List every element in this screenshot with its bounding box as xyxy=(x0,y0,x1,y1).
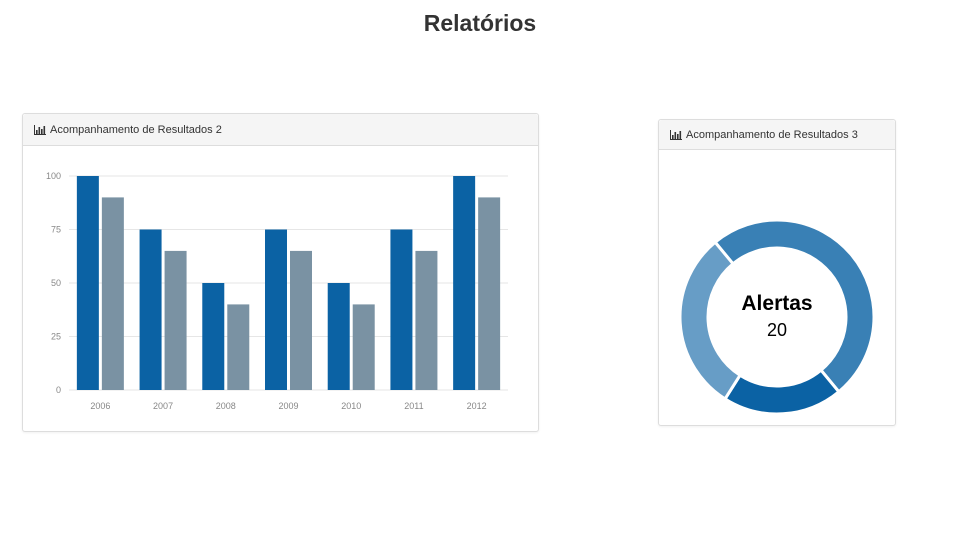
y-tick-label: 75 xyxy=(51,225,61,235)
bar-series-2 xyxy=(352,304,375,390)
bar-series-2 xyxy=(415,250,438,390)
x-tick-label: 2012 xyxy=(467,401,487,411)
donut-chart-panel-title: Acompanhamento de Resultados 3 xyxy=(686,128,858,141)
page-title: Relatórios xyxy=(423,10,537,36)
x-tick-label: 2006 xyxy=(90,401,110,411)
bar-series-1 xyxy=(76,176,99,390)
donut-slice-3 xyxy=(678,240,743,401)
x-tick-label: 2010 xyxy=(341,401,361,411)
bar-chart-icon xyxy=(34,124,46,135)
bar-series-1 xyxy=(202,283,225,390)
bar-series-1 xyxy=(139,229,162,390)
y-tick-label: 100 xyxy=(46,171,61,181)
bar-series-2 xyxy=(227,304,250,390)
bar-series-1 xyxy=(265,229,287,390)
x-tick-label: 2007 xyxy=(153,401,173,411)
donut-chart: Alertas 20 xyxy=(678,218,876,416)
bar-chart-panel-title: Acompanhamento de Resultados 2 xyxy=(50,123,222,136)
bar-chart: 0 25 50 75 100 2006 2007 2008 2009 2010 2011 2012 xyxy=(46,171,508,411)
bar-series-1 xyxy=(327,283,350,390)
bar-series-2 xyxy=(164,250,187,390)
donut-chart-panel-heading: Acompanhamento de Resultados 3 xyxy=(659,120,895,150)
bar-series-1 xyxy=(453,176,476,390)
y-tick-label: 50 xyxy=(51,278,61,288)
bar-chart-panel-heading: Acompanhamento de Resultados 2 xyxy=(23,114,538,146)
bar-chart-panel: Acompanhamento de Resultados 2 0 25 50 75 10… xyxy=(22,113,539,432)
x-tick-label: 2011 xyxy=(404,401,423,411)
y-tick-label: 25 xyxy=(51,332,61,342)
x-tick-label: 2009 xyxy=(278,401,298,411)
bar-chart-icon xyxy=(670,129,682,140)
bar-series-1 xyxy=(390,229,413,390)
donut-center-value: 20 xyxy=(767,320,787,340)
donut-slice-2 xyxy=(722,368,841,416)
y-tick-label: 0 xyxy=(56,385,61,395)
donut-center-label: Alertas xyxy=(741,292,812,315)
bar-series-2 xyxy=(101,197,124,390)
bar-series-2 xyxy=(478,197,501,390)
donut-chart-panel: Acompanhamento de Resultados 3 Alertas 2… xyxy=(658,119,896,426)
x-tick-label: 2008 xyxy=(216,401,236,411)
bar-series-2 xyxy=(290,250,312,390)
